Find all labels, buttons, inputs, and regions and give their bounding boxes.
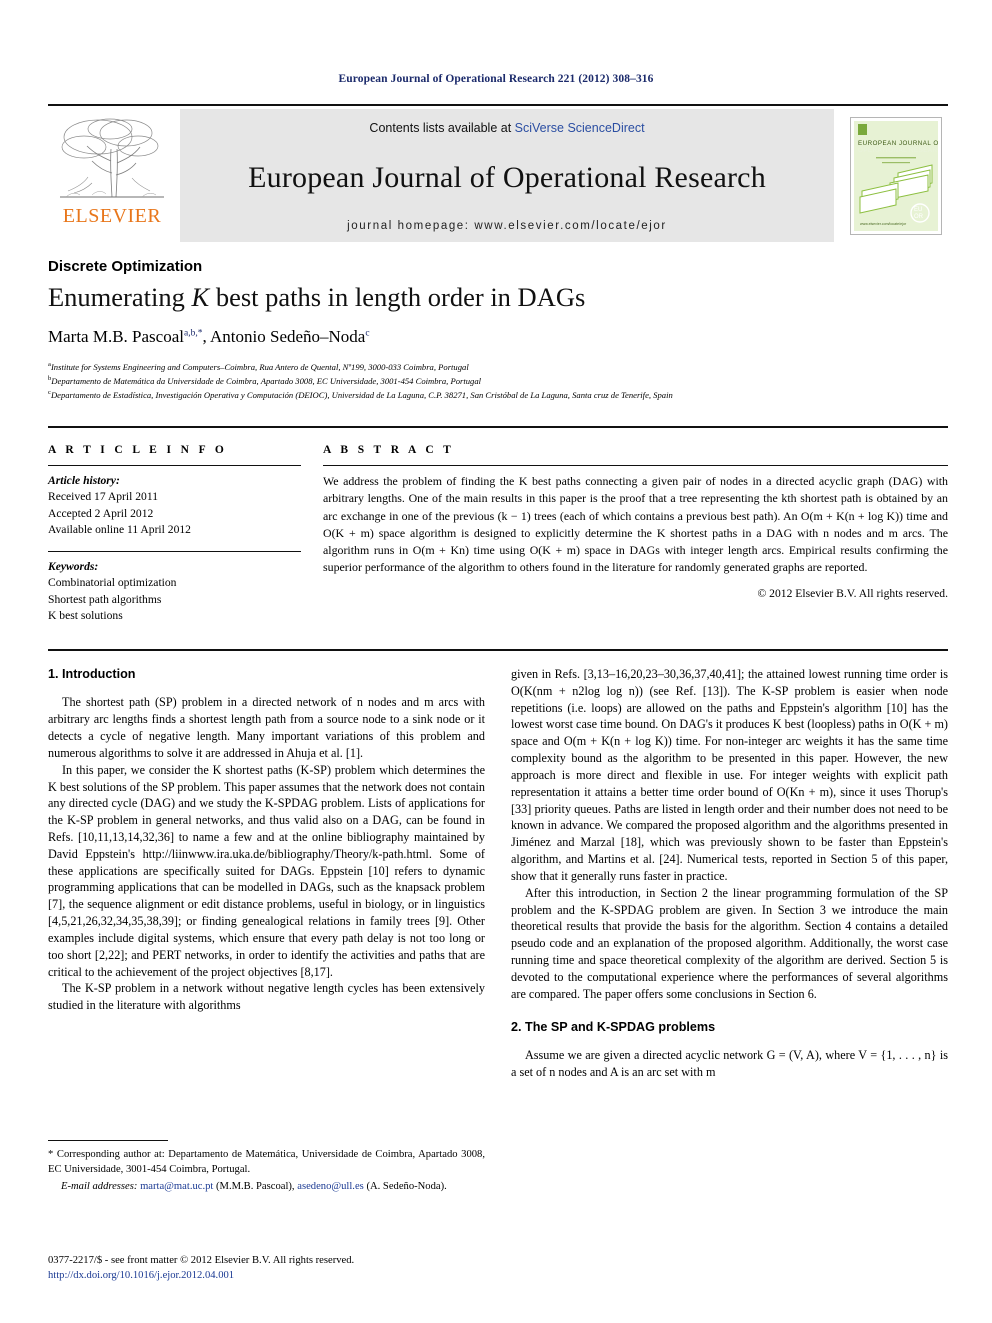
paragraph: In this paper, we consider the K shortes… [48,762,485,979]
doi-link[interactable]: http://dx.doi.org/10.1016/j.ejor.2012.04… [48,1268,508,1283]
author-list: Marta M.B. Pascoala,b,*, Antonio Sedeño–… [48,327,370,346]
paragraph: The K-SP problem in a network without ne… [48,981,485,1013]
abstract-text: We address the problem of finding the K … [323,474,948,575]
svg-text:www.elsevier.com/locate/ejor: www.elsevier.com/locate/ejor [860,222,907,226]
svg-text:EU: EU [914,207,922,213]
svg-text:OR: OR [914,214,924,220]
article-info-column: A R T I C L E I N F O Article history: R… [48,444,323,637]
email-link-1[interactable]: marta@mat.uc.pt [140,1181,213,1192]
journal-cover-thumbnail: EUROPEAN JOURNAL OF OPERATIONAL RESEARCH [844,109,948,242]
journal-masthead: ELSEVIER Contents lists available at Sci… [48,104,948,242]
masthead-center: Contents lists available at SciVerse Sci… [180,109,834,242]
journal-title: European Journal of Operational Research [248,160,766,194]
body-columns: 1. Introduction The shortest path (SP) p… [48,666,948,1186]
paper-page: European Journal of Operational Research… [0,0,992,1323]
affiliation-item: bDepartamento de Matemática da Universid… [48,374,958,388]
title-pre: Enumerating [48,282,192,312]
title-italic-k: K [191,282,210,312]
keywords-label: Keywords: [48,559,99,573]
paragraph: The shortest path (SP) problem in a dire… [48,695,485,760]
footnote-rule [48,1140,168,1141]
svg-text:OPERATIONAL RESEARCH: OPERATIONAL RESEARCH [858,147,938,154]
keyword-item: K best solutions [48,609,123,623]
journal-cover-image: EUROPEAN JOURNAL OF OPERATIONAL RESEARCH [854,120,947,231]
paragraph: After this introduction, in Section 2 th… [511,885,948,1001]
affiliation-text-b: Departamento de Matemática da Universida… [51,376,482,387]
heading-sp-ksp-problems: 2. The SP and K-SPDAG problems [511,1019,716,1034]
email-label: E-mail addresses: [61,1180,138,1192]
keyword-item: Shortest path algorithms [48,592,162,606]
contents-prefix-text: Contents lists available at [369,121,515,135]
article-info-heading: A R T I C L E I N F O [48,444,228,456]
affiliation-text-c: Departamento de Estadística, Investigaci… [50,390,673,401]
keywords-group: Keywords: Combinatorial optimization Sho… [48,559,301,625]
abstract-heading: A B S T R A C T [323,444,455,456]
svg-text:EUROPEAN JOURNAL OF: EUROPEAN JOURNAL OF [858,140,938,147]
email-owner-2: (A. Sedeño-Noda). [366,1180,447,1192]
subject-section-label: Discrete Optimization [48,258,203,275]
abstract-copyright: © 2012 Elsevier B.V. All rights reserved… [757,586,948,600]
keyword-item: Combinatorial optimization [48,576,177,590]
keywords-rule [48,550,301,552]
abstract-column: A B S T R A C T We address the problem o… [323,444,948,637]
contents-available-line: Contents lists available at SciVerse Sci… [369,121,644,135]
affiliation-list: aInstitute for Systems Engineering and C… [48,360,958,403]
history-item: Received 17 April 2011 [48,490,159,504]
issn-copyright-block: 0377-2217/$ - see front matter © 2012 El… [48,1253,508,1284]
affiliation-item: aInstitute for Systems Engineering and C… [48,360,958,374]
author-marks-2: c [365,328,370,339]
corresponding-author-note: * Corresponding author at: Departamento … [48,1149,485,1175]
affiliation-item: cDepartamento de Estadística, Investigac… [48,388,958,402]
journal-homepage[interactable]: journal homepage: www.elsevier.com/locat… [347,220,667,232]
author-name-2: Antonio Sedeño–Noda [210,327,366,346]
left-text-column: 1. Introduction The shortest path (SP) p… [48,666,485,1186]
article-history-group: Article history: Received 17 April 2011 … [48,473,301,539]
right-text-column: given in Refs. [3,13–16,20,23–30,36,37,4… [511,666,948,1186]
paragraph: Assume we are given a directed acyclic n… [511,1047,948,1079]
footnote-block: * Corresponding author at: Departamento … [48,1140,485,1194]
history-item: Available online 11 April 2012 [48,523,191,537]
elsevier-wordmark: ELSEVIER [62,205,162,227]
email-link-2[interactable]: asedeno@ull.es [297,1181,364,1192]
heading-introduction: 1. Introduction [48,667,136,681]
article-history-label: Article history: [48,474,120,487]
affiliation-text-a: Institute for Systems Engineering and Co… [50,361,469,372]
author-marks-1: a,b,* [183,328,203,339]
sciencedirect-link[interactable]: SciVerse ScienceDirect [515,121,645,135]
email-addresses-note: E-mail addresses: marta@mat.uc.pt (M.M.B… [48,1180,485,1195]
history-item: Accepted 2 April 2012 [48,506,154,520]
author-name-1: Marta M.B. Pascoal [48,327,184,346]
paragraph: given in Refs. [3,13–16,20,23–30,36,37,4… [511,667,948,883]
email-owner-1: (M.M.B. Pascoal), [216,1180,295,1192]
issn-line: 0377-2217/$ - see front matter © 2012 El… [48,1255,355,1266]
info-abstract-bottom-rule [48,648,948,651]
info-abstract-block: A R T I C L E I N F O Article history: R… [48,426,948,651]
elsevier-tree-icon [54,113,170,205]
abstract-rule [323,465,948,466]
elsevier-logo: ELSEVIER [48,109,176,242]
article-info-rule [48,465,301,466]
page-title: Enumerating K best paths in length order… [48,282,908,313]
title-post: best paths in length order in DAGs [209,282,586,312]
running-head: European Journal of Operational Research… [338,73,654,85]
